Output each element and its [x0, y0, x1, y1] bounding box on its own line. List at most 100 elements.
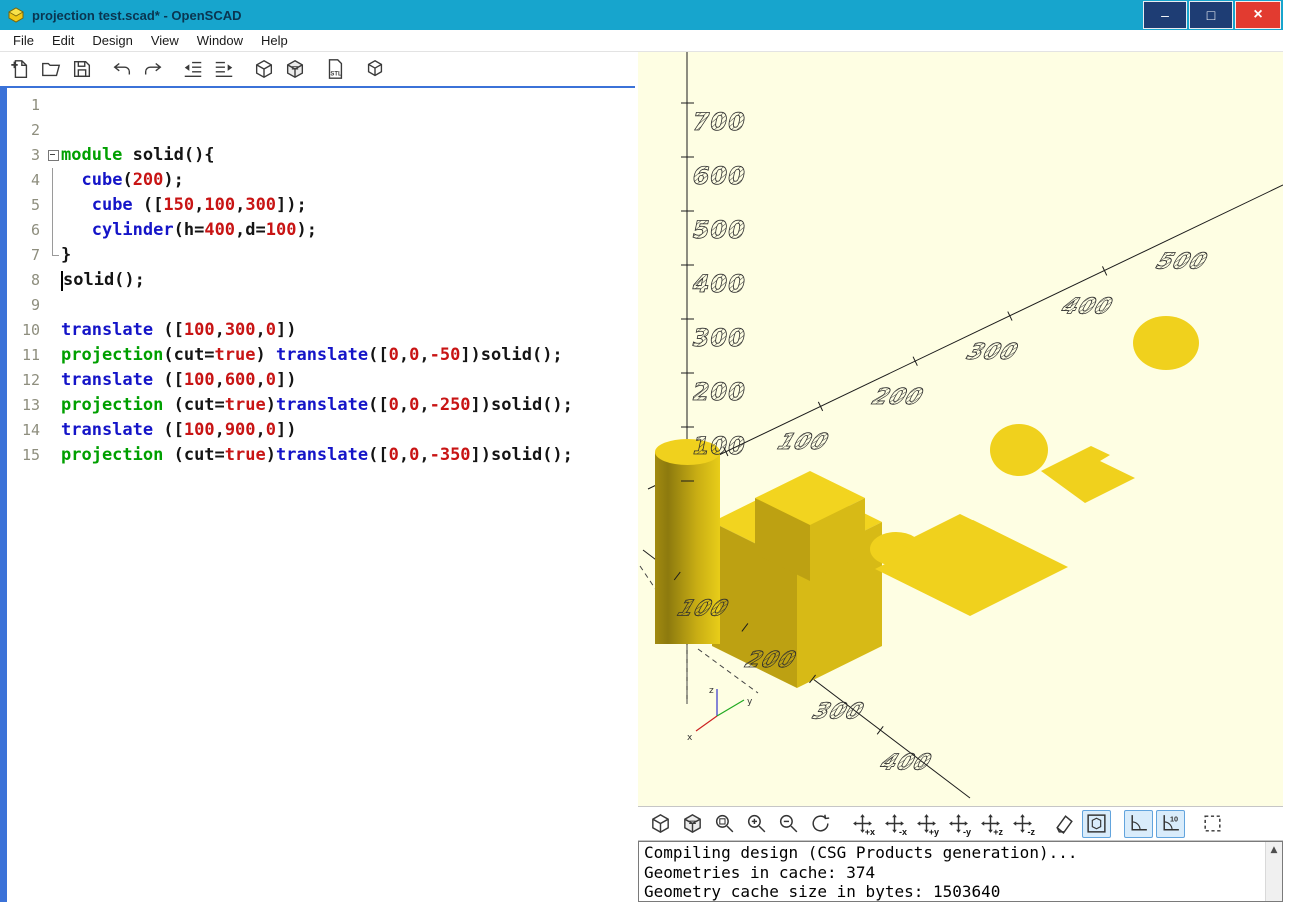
- fold-guide: [47, 218, 61, 243]
- axis-view-label: +x: [865, 827, 875, 837]
- svg-text:STL: STL: [330, 71, 342, 77]
- export-stl-button[interactable]: STL: [321, 55, 349, 83]
- code-token: 0: [409, 393, 419, 418]
- code-line: module solid(){: [47, 143, 635, 168]
- line-number: 7: [7, 243, 47, 268]
- title-bar: projection test.scad* - OpenSCAD – □ ×: [0, 0, 1283, 30]
- maximize-button[interactable]: □: [1189, 1, 1233, 29]
- console-log: Compiling design (CSG Products generatio…: [644, 843, 1263, 901]
- code-token: -350: [430, 443, 471, 468]
- new-button[interactable]: [6, 55, 34, 83]
- view-toolbar: +x -x +y -y +z -z 10: [638, 806, 1283, 841]
- code-token: ,: [419, 393, 429, 418]
- window-controls: – □ ×: [1143, 1, 1281, 29]
- code-token: );: [163, 168, 183, 193]
- code-token: ,: [235, 193, 245, 218]
- fold-marker-icon[interactable]: [47, 143, 61, 168]
- console-panel: Compiling design (CSG Products generatio…: [638, 841, 1283, 902]
- minimize-button[interactable]: –: [1143, 1, 1187, 29]
- orthogonal-button[interactable]: [1082, 810, 1111, 838]
- close-button[interactable]: ×: [1235, 1, 1281, 29]
- print-button[interactable]: [361, 55, 389, 83]
- render-button[interactable]: [281, 55, 309, 83]
- show-scale-markers-button[interactable]: 10: [1156, 810, 1185, 838]
- code-token: 100: [266, 218, 297, 243]
- editor-pane: STL 123456789101112131415 module solid()…: [0, 52, 638, 902]
- menu-help[interactable]: Help: [252, 30, 297, 52]
- code-token: translate: [276, 393, 368, 418]
- code-line: translate ([100,600,0]): [47, 368, 635, 393]
- code-token: ,: [399, 393, 409, 418]
- axis-view-label: -y: [963, 827, 971, 837]
- viewport-canvas[interactable]: z y x 7006005004003002001001002003004005…: [638, 52, 1283, 806]
- code-token: ([: [153, 368, 184, 393]
- view-minus-z-button[interactable]: -z: [1008, 810, 1037, 838]
- code-token: 100: [184, 368, 215, 393]
- projection-sections: [870, 316, 1199, 616]
- menu-file[interactable]: File: [4, 30, 43, 52]
- menu-window[interactable]: Window: [188, 30, 252, 52]
- render-button[interactable]: [678, 810, 707, 838]
- open-button[interactable]: [37, 55, 65, 83]
- indent-button[interactable]: [210, 55, 238, 83]
- menu-edit[interactable]: Edit: [43, 30, 83, 52]
- show-axes-button[interactable]: [1124, 810, 1153, 838]
- axis-scale-label: 200: [690, 377, 749, 406]
- reset-view-button[interactable]: [806, 810, 835, 838]
- preview-button[interactable]: [250, 55, 278, 83]
- code-token: 0: [389, 393, 399, 418]
- view-plus-z-button[interactable]: +z: [976, 810, 1005, 838]
- unindent-button[interactable]: [179, 55, 207, 83]
- fold-guide: [47, 268, 61, 293]
- code-token: ,: [194, 193, 204, 218]
- reset-view-icon: [809, 812, 832, 835]
- code-token: );: [296, 218, 316, 243]
- code-line: [47, 118, 635, 143]
- preview-button[interactable]: [646, 810, 675, 838]
- perspective-icon: [1053, 812, 1076, 835]
- save-button[interactable]: [68, 55, 96, 83]
- close-icon: ×: [1253, 6, 1262, 24]
- code-editor[interactable]: module solid(){ cube(200); cube ([150,10…: [47, 88, 635, 902]
- minimize-icon: –: [1161, 7, 1169, 23]
- zoom-in-icon: [745, 812, 768, 835]
- line-number: 5: [7, 193, 47, 218]
- zoom-out-button[interactable]: [774, 810, 803, 838]
- code-token: 300: [225, 318, 256, 343]
- axis-view-label: -x: [899, 827, 907, 837]
- code-token: 0: [266, 418, 276, 443]
- code-line: cube ([150,100,300]);: [47, 193, 635, 218]
- console-scrollbar[interactable]: ▲: [1265, 842, 1282, 901]
- zoom-in-button[interactable]: [742, 810, 771, 838]
- perspective-button[interactable]: [1050, 810, 1079, 838]
- 3d-viewport[interactable]: z y x 7006005004003002001001002003004005…: [638, 52, 1283, 806]
- code-token: true: [225, 393, 266, 418]
- openscad-logo-icon: [8, 7, 24, 23]
- view-minus-x-button[interactable]: -x: [880, 810, 909, 838]
- line-number: 12: [7, 368, 47, 393]
- render-cube-icon: [284, 58, 306, 80]
- zoom-out-icon: [777, 812, 800, 835]
- code-line: solid();: [47, 268, 635, 293]
- undo-button[interactable]: [108, 55, 136, 83]
- scroll-up-icon[interactable]: ▲: [1266, 842, 1282, 858]
- zoom-all-button[interactable]: [710, 810, 739, 838]
- view-all-button[interactable]: [1198, 810, 1227, 838]
- fold-guide: [47, 293, 61, 318]
- view-minus-y-button[interactable]: -y: [944, 810, 973, 838]
- code-token: ([: [368, 443, 388, 468]
- print-3d-icon: [364, 58, 386, 80]
- axis-view-label: +z: [993, 827, 1003, 837]
- view-plus-y-button[interactable]: +y: [912, 810, 941, 838]
- svg-text:10: 10: [1170, 814, 1178, 823]
- redo-button[interactable]: [139, 55, 167, 83]
- view-plus-x-button[interactable]: +x: [848, 810, 877, 838]
- code-token: (: [122, 168, 132, 193]
- code-token: 0: [266, 318, 276, 343]
- code-token: [61, 193, 92, 218]
- menu-view[interactable]: View: [142, 30, 188, 52]
- fold-guide: [47, 193, 61, 218]
- toolbar-group: [1198, 810, 1227, 838]
- axis-scale-label: 300: [961, 338, 1025, 364]
- menu-design[interactable]: Design: [83, 30, 141, 52]
